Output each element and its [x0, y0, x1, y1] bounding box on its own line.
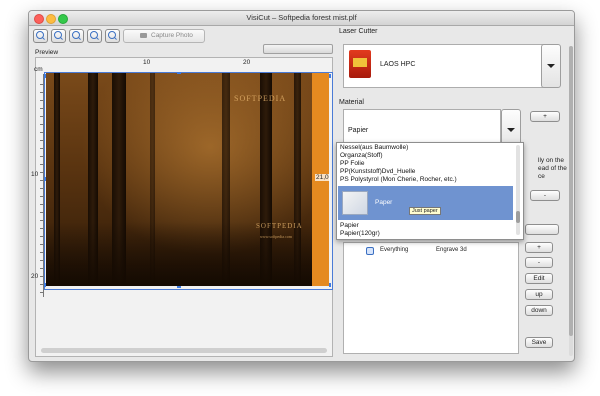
- width-readout: 21,0: [315, 174, 330, 181]
- dropdown-scrollbar[interactable]: [516, 145, 520, 235]
- zoom-selection-icon: [108, 31, 116, 39]
- material-heading: Material: [339, 99, 364, 106]
- title-bar: VisiCut – Softpedia forest mist.plf: [29, 11, 574, 26]
- dropdown-scrollbar-thumb[interactable]: [516, 211, 520, 223]
- description-text: lly on the ead of the ce: [538, 157, 567, 181]
- ruler-h-label: 20: [243, 59, 251, 66]
- laser-cutter-select[interactable]: LAOS HPC: [343, 44, 547, 88]
- material-option[interactable]: PS Polystyrol (Mon Cherie, Rocher, etc.): [340, 176, 457, 183]
- ruler-unit: cm: [34, 66, 43, 73]
- option-tooltip: Just paper: [409, 207, 441, 215]
- edit-button[interactable]: Edit: [525, 273, 553, 284]
- zoom-in-button[interactable]: [33, 29, 48, 43]
- preview-label: Preview: [35, 49, 59, 56]
- progress-bar: [263, 44, 333, 54]
- zoom-fit-icon: [72, 31, 80, 39]
- laser-cutter-dropdown-button[interactable]: [541, 44, 561, 88]
- zoom-in-icon: [36, 31, 44, 39]
- profile-select[interactable]: [525, 224, 559, 235]
- mapping-everything: Everything: [380, 247, 409, 253]
- remove-material-button[interactable]: -: [530, 190, 560, 201]
- remove-mapping-button[interactable]: -: [525, 257, 553, 268]
- material-option[interactable]: Organza(Stoff): [340, 152, 383, 159]
- paper-thumbnail: [342, 191, 368, 215]
- ground-shadow: [46, 222, 329, 286]
- window-title: VisiCut – Softpedia forest mist.plf: [246, 13, 357, 22]
- ruler-v-label: 20: [31, 273, 39, 280]
- mapping-list[interactable]: Everything Engrave 3d: [343, 242, 519, 354]
- resize-handle[interactable]: [329, 283, 331, 287]
- zoom-actual-button[interactable]: [87, 29, 102, 43]
- camera-icon: [140, 33, 147, 38]
- up-button[interactable]: up: [525, 289, 553, 300]
- resize-handle[interactable]: [44, 283, 46, 287]
- resize-handle[interactable]: [329, 74, 331, 78]
- zoom-actual-icon: [90, 31, 98, 39]
- zoom-out-button[interactable]: [51, 29, 66, 43]
- zoom-out-icon: [54, 31, 62, 39]
- add-mapping-button[interactable]: +: [525, 242, 553, 253]
- watermark: SOFTPEDIA: [256, 222, 303, 230]
- description-line: ce: [538, 173, 545, 180]
- ruler-h-label: 10: [143, 59, 151, 66]
- vertical-ruler: [37, 77, 44, 297]
- zoom-selection-button[interactable]: [105, 29, 120, 43]
- forest-image[interactable]: SOFTPEDIA SOFTPEDIA www.softpedia.com: [46, 72, 329, 286]
- capture-photo-label: Capture Photo: [151, 32, 193, 39]
- capture-photo-button[interactable]: Capture Photo: [123, 29, 205, 43]
- watermark-url: www.softpedia.com: [260, 234, 292, 239]
- enabled-checkbox[interactable]: [366, 247, 374, 255]
- preview-scrollbar[interactable]: [41, 348, 327, 353]
- material-option[interactable]: Papier(120gr): [340, 230, 380, 237]
- add-material-button[interactable]: +: [530, 111, 560, 122]
- description-line: lly on the: [538, 157, 565, 164]
- scrollbar-thumb[interactable]: [569, 46, 573, 336]
- laser-cutter-value: LAOS HPC: [380, 61, 416, 68]
- resize-handle[interactable]: [177, 286, 181, 288]
- toolbar: Capture Photo: [29, 26, 333, 54]
- material-dropdown-list[interactable]: Nessel(aus Baumwolle) Organza(Stoff) PP …: [336, 142, 524, 240]
- down-button[interactable]: down: [525, 305, 553, 316]
- resize-handle[interactable]: [177, 72, 181, 74]
- settings-scrollbar[interactable]: [569, 46, 573, 356]
- material-option[interactable]: PP Folie: [340, 160, 364, 167]
- material-option[interactable]: PP(Kunststoff)Dvd_Huelle: [340, 168, 415, 175]
- ruler-v-label: 10: [31, 171, 39, 178]
- laser-cutter-icon: [349, 50, 371, 78]
- laser-cutter-heading: Laser Cutter: [339, 28, 378, 35]
- resize-handle[interactable]: [44, 177, 46, 181]
- description-line: ead of the: [538, 165, 567, 172]
- zoom-fit-button[interactable]: [69, 29, 84, 43]
- material-option[interactable]: Papier: [340, 222, 359, 229]
- material-value: Papier: [348, 127, 369, 134]
- resize-handle[interactable]: [44, 74, 46, 78]
- mapping-profile: Engrave 3d: [436, 247, 467, 253]
- material-option[interactable]: Nessel(aus Baumwolle): [340, 144, 408, 151]
- selected-option-label: Paper: [375, 199, 393, 206]
- save-button[interactable]: Save: [525, 337, 553, 348]
- watermark: SOFTPEDIA: [234, 94, 287, 103]
